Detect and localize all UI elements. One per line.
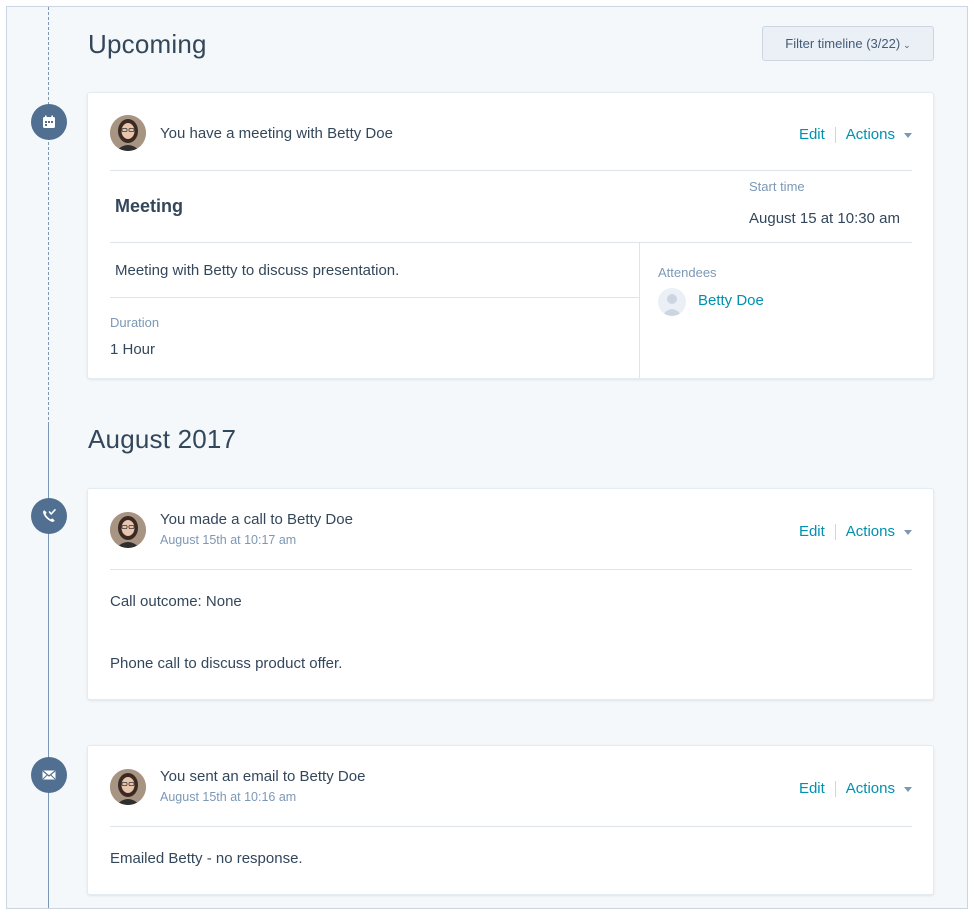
edit-button[interactable]: Edit [799, 523, 825, 540]
meeting-title-prefix: You have a meeting with [160, 125, 323, 142]
attendee-avatar-icon [658, 288, 686, 316]
meeting-description: Meeting with Betty to discuss presentati… [115, 262, 400, 279]
meeting-card-actions: Edit Actions [799, 126, 912, 143]
filter-timeline-button[interactable]: Filter timeline (3/22) ⌄ [762, 26, 934, 61]
duration-label: Duration [110, 315, 160, 330]
divider [834, 126, 836, 143]
edit-button[interactable]: Edit [799, 780, 825, 797]
actions-label: Actions [845, 780, 895, 797]
call-title-prefix: You made a call to [160, 511, 283, 528]
email-title-prefix: You sent an email to [160, 768, 296, 785]
actions-dropdown[interactable]: Actions [846, 780, 912, 797]
meeting-card: You have a meeting with Betty Doe Edit A… [87, 92, 934, 379]
email-contact-name: Betty Doe [299, 768, 366, 785]
timeline-panel: Upcoming Filter timeline (3/22) ⌄ You ha… [6, 6, 968, 909]
caret-down-icon [904, 787, 912, 792]
call-notes: Phone call to discuss product offer. [110, 655, 343, 672]
edit-button[interactable]: Edit [799, 126, 825, 143]
phone-call-icon [31, 498, 67, 534]
email-card-title: You sent an email to Betty Doe [160, 768, 365, 785]
email-timestamp: August 15th at 10:16 am [160, 790, 297, 804]
actions-label: Actions [845, 126, 895, 143]
actions-dropdown[interactable]: Actions [846, 126, 912, 143]
section-title-upcoming: Upcoming [88, 29, 207, 59]
filter-timeline-label: Filter timeline (3/22) [785, 36, 901, 51]
avatar [110, 115, 146, 151]
divider [110, 170, 912, 171]
call-outcome-label: Call outcome: [110, 593, 202, 610]
column-divider [639, 242, 640, 378]
email-notes: Emailed Betty - no response. [110, 850, 303, 867]
avatar [110, 512, 146, 548]
divider [110, 297, 639, 298]
avatar [110, 769, 146, 805]
actions-dropdown[interactable]: Actions [846, 523, 912, 540]
start-time-value: August 15 at 10:30 am [749, 210, 900, 227]
actions-label: Actions [845, 523, 895, 540]
call-card-actions: Edit Actions [799, 523, 912, 540]
meeting-card-title: You have a meeting with Betty Doe [160, 125, 393, 142]
timeline-line-upcoming [48, 7, 49, 425]
meeting-title: Meeting [115, 196, 184, 216]
caret-down-icon [904, 530, 912, 535]
attendees-label: Attendees [658, 265, 717, 280]
divider [834, 523, 836, 540]
attendee-link[interactable]: Betty Doe [698, 292, 764, 309]
call-outcome: Call outcome: None [110, 593, 242, 610]
call-card-title: You made a call to Betty Doe [160, 511, 353, 528]
email-card: You sent an email to Betty Doe August 15… [87, 745, 934, 895]
divider [110, 242, 912, 243]
call-contact-name: Betty Doe [287, 511, 353, 528]
duration-value: 1 Hour [110, 341, 156, 358]
call-outcome-value: None [205, 593, 242, 610]
email-card-actions: Edit Actions [799, 780, 912, 797]
call-card: You made a call to Betty Doe August 15th… [87, 488, 934, 700]
call-timestamp: August 15th at 10:17 am [160, 533, 297, 547]
divider [110, 826, 912, 827]
divider [834, 780, 836, 797]
email-envelope-icon [31, 757, 67, 793]
caret-down-icon [904, 133, 912, 138]
start-time-label: Start time [749, 179, 805, 194]
section-title-month: August 2017 [88, 424, 237, 454]
chevron-down-icon: ⌄ [903, 39, 911, 50]
meeting-contact-name: Betty Doe [327, 125, 393, 142]
meeting-calendar-icon [31, 104, 67, 140]
divider [110, 569, 912, 570]
